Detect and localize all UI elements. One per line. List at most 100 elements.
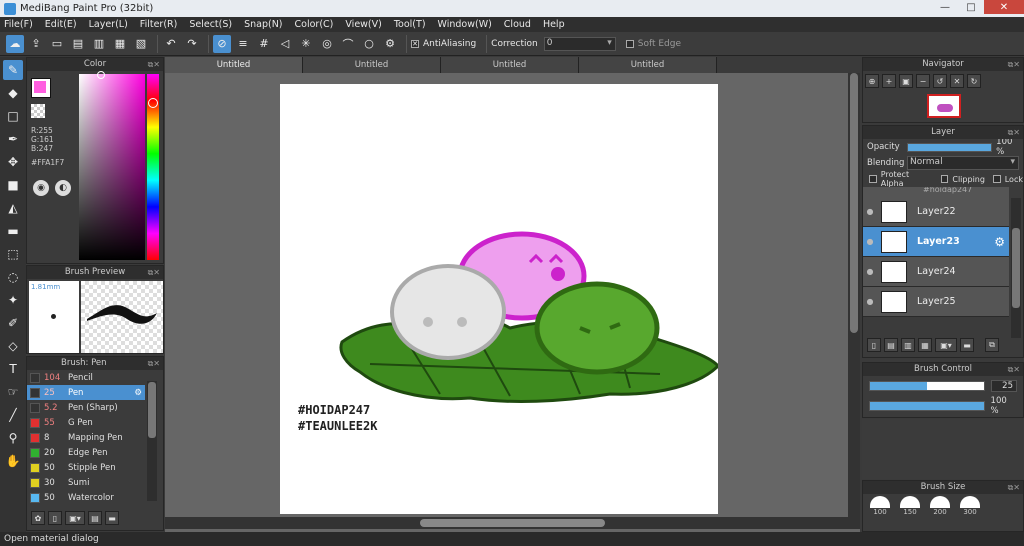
add-material-icon[interactable]: ✿ xyxy=(31,511,45,525)
cloud-icon[interactable]: ☁ xyxy=(6,34,24,53)
menu-file[interactable]: File(F) xyxy=(4,19,33,30)
navigator-thumbnail[interactable] xyxy=(927,94,961,118)
eyedropper-tool-icon[interactable]: ⚲ xyxy=(3,428,23,448)
brush-item-stipple-pen[interactable]: 50 Stipple Pen xyxy=(27,460,145,475)
brush-list-scrollbar[interactable] xyxy=(147,381,157,501)
brush-item-mapping-pen[interactable]: 8 Mapping Pen xyxy=(27,430,145,445)
redo-icon[interactable]: ↷ xyxy=(183,35,201,53)
parallel-snap-icon[interactable]: ≡ xyxy=(234,35,252,53)
vanishing-snap-icon[interactable]: ◁ xyxy=(276,35,294,53)
operation-tool-icon[interactable]: ☞ xyxy=(3,382,23,402)
brush-size-value[interactable]: 25 xyxy=(991,380,1017,392)
brush-size-preset[interactable]: 100 xyxy=(867,496,893,516)
visibility-eye-icon[interactable]: ● xyxy=(863,237,877,246)
magic-wand-tool-icon[interactable]: ✦ xyxy=(3,290,23,310)
panel-maximize-icon[interactable]: ⧉✕ xyxy=(148,357,160,370)
tab-untitled-1[interactable]: Untitled xyxy=(165,57,303,73)
layer-row-layer23[interactable]: ● Layer23 ⚙ xyxy=(863,227,1009,257)
layer-settings-gear-icon[interactable]: ⚙ xyxy=(994,235,1005,249)
new-layer-icon[interactable]: ▯ xyxy=(867,338,881,352)
brush-opacity-slider[interactable] xyxy=(869,401,985,411)
add-brush-dropdown-icon[interactable]: ▣▾ xyxy=(65,511,85,525)
brush-settings-gear-icon[interactable]: ⚙ xyxy=(134,388,142,398)
soft-edge-checkbox[interactable] xyxy=(625,39,634,48)
pen-tool-icon[interactable]: ✒ xyxy=(3,129,23,149)
saturation-value-picker[interactable] xyxy=(79,74,145,260)
select-eraser-tool-icon[interactable]: ◇ xyxy=(3,336,23,356)
palette-icon[interactable]: ◉ xyxy=(33,180,49,196)
actual-size-icon[interactable]: ▣ xyxy=(899,74,913,88)
new-halftone-layer-icon[interactable]: ▤ xyxy=(884,338,898,352)
settings-gear-icon[interactable]: ⚙ xyxy=(381,35,399,53)
layer-row-layer24[interactable]: ● Layer24 xyxy=(863,257,1009,287)
menu-view[interactable]: View(V) xyxy=(345,19,381,30)
no-snap-icon[interactable]: ⊘ xyxy=(213,34,231,53)
dot-tool-icon[interactable]: □ xyxy=(3,106,23,126)
brush-item-pen-sharp[interactable]: 5.2 Pen (Sharp) xyxy=(27,400,145,415)
brush-folder-icon[interactable]: ▬ xyxy=(105,511,119,525)
clipping-checkbox[interactable] xyxy=(940,175,949,183)
hue-slider-handle[interactable] xyxy=(148,98,158,108)
layer-row-layer22[interactable]: ● Layer22 xyxy=(863,197,1009,227)
visibility-eye-icon[interactable]: ● xyxy=(863,297,877,306)
transparent-color-swatch[interactable] xyxy=(31,104,45,118)
move-tool-icon[interactable]: ✥ xyxy=(3,152,23,172)
brush-item-pencil[interactable]: 104 Pencil xyxy=(27,370,145,385)
film-icon[interactable]: ▧ xyxy=(132,35,150,53)
curve-snap-icon[interactable]: ⌒ xyxy=(339,35,357,53)
select-tool-icon[interactable]: ⬚ xyxy=(3,244,23,264)
brush-item-edge-pen[interactable]: 20 Edge Pen xyxy=(27,445,145,460)
menu-cloud[interactable]: Cloud xyxy=(504,19,531,30)
brush-item-sumi[interactable]: 30 Sumi xyxy=(27,475,145,490)
chat-icon[interactable]: ▭ xyxy=(48,35,66,53)
drawing-canvas[interactable]: #HOIDAP247 #TEAUNLEE2K xyxy=(280,84,721,514)
color-picker-cursor[interactable] xyxy=(97,71,105,79)
brush-item-g-pen[interactable]: 55 G Pen xyxy=(27,415,145,430)
menu-select[interactable]: Select(S) xyxy=(189,19,232,30)
new-1bit-layer-icon[interactable]: ▦ xyxy=(918,338,932,352)
panel-maximize-icon[interactable]: ⧉✕ xyxy=(1008,58,1020,71)
brush-tool-icon[interactable]: ✎ xyxy=(3,60,23,80)
panel-maximize-icon[interactable]: ⧉✕ xyxy=(1008,126,1020,139)
zoom-in-icon[interactable]: + xyxy=(882,74,896,88)
correction-select[interactable]: 0 xyxy=(543,36,616,51)
add-layer-dropdown-icon[interactable]: ▣▾ xyxy=(935,338,957,352)
page-icon[interactable]: ▥ xyxy=(90,35,108,53)
maximize-button[interactable]: □ xyxy=(958,0,984,14)
gradient-tool-icon[interactable]: ▬ xyxy=(3,221,23,241)
concentric-snap-icon[interactable]: ◎ xyxy=(318,35,336,53)
shape-tool-icon[interactable]: ■ xyxy=(3,175,23,195)
menu-snap[interactable]: Snap(N) xyxy=(244,19,282,30)
close-button[interactable]: ✕ xyxy=(984,0,1024,14)
duplicate-layer-icon[interactable]: ⧉ xyxy=(985,338,999,352)
rotate-left-icon[interactable]: ↺ xyxy=(933,74,947,88)
undo-icon[interactable]: ↶ xyxy=(162,35,180,53)
menu-help[interactable]: Help xyxy=(543,19,565,30)
panel-maximize-icon[interactable]: ⧉✕ xyxy=(148,266,160,279)
antialiasing-checkbox[interactable]: ✕ xyxy=(411,39,419,48)
visibility-eye-icon[interactable]: ● xyxy=(863,207,877,216)
brush-size-slider[interactable] xyxy=(869,381,986,391)
menu-filter[interactable]: Filter(R) xyxy=(140,19,178,30)
layer-list-scroll-thumb[interactable] xyxy=(1012,228,1020,308)
menu-tool[interactable]: Tool(T) xyxy=(394,19,426,30)
panel-maximize-icon[interactable]: ⧉✕ xyxy=(1008,363,1020,376)
brush-size-preset[interactable]: 200 xyxy=(927,496,953,516)
select-pen-tool-icon[interactable]: ✐ xyxy=(3,313,23,333)
eraser-tool-icon[interactable]: ◆ xyxy=(3,83,23,103)
menu-edit[interactable]: Edit(E) xyxy=(45,19,77,30)
tab-untitled-3[interactable]: Untitled xyxy=(441,57,579,73)
horizontal-scroll-thumb[interactable] xyxy=(420,519,605,527)
text-tool-icon[interactable]: T xyxy=(3,359,23,379)
upload-icon[interactable]: ⇪ xyxy=(27,35,45,53)
rotate-right-icon[interactable]: ↻ xyxy=(967,74,981,88)
layer-row-layer25[interactable]: ● Layer25 xyxy=(863,287,1009,317)
brush-list-scroll-thumb[interactable] xyxy=(148,382,156,438)
panel-maximize-icon[interactable]: ⧉✕ xyxy=(1008,481,1020,494)
minimize-button[interactable]: — xyxy=(932,0,958,14)
radial-snap-icon[interactable]: ✳ xyxy=(297,35,315,53)
cross-snap-icon[interactable]: # xyxy=(255,35,273,53)
layer-row-partial[interactable]: #hoidap247 xyxy=(863,187,1009,197)
hand-tool-icon[interactable]: ✋ xyxy=(3,451,23,471)
protect-alpha-checkbox[interactable] xyxy=(869,175,877,183)
